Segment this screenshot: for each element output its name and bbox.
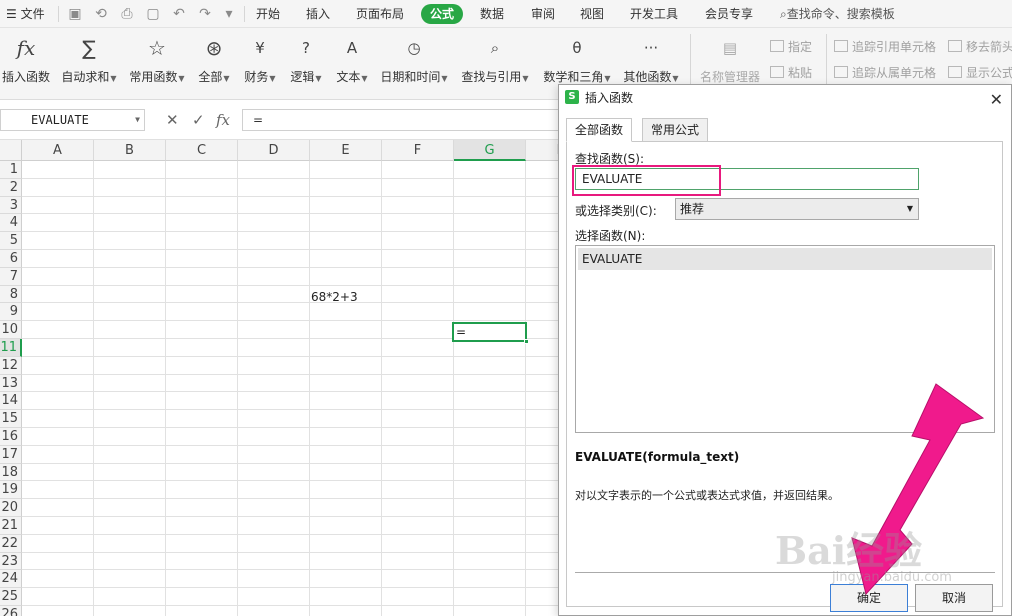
tab-all-functions[interactable]: 全部函数 bbox=[566, 118, 633, 142]
watermark-logo: Bai经验 bbox=[775, 528, 923, 573]
watermark-url: jingyan.baidu.com bbox=[832, 570, 952, 585]
